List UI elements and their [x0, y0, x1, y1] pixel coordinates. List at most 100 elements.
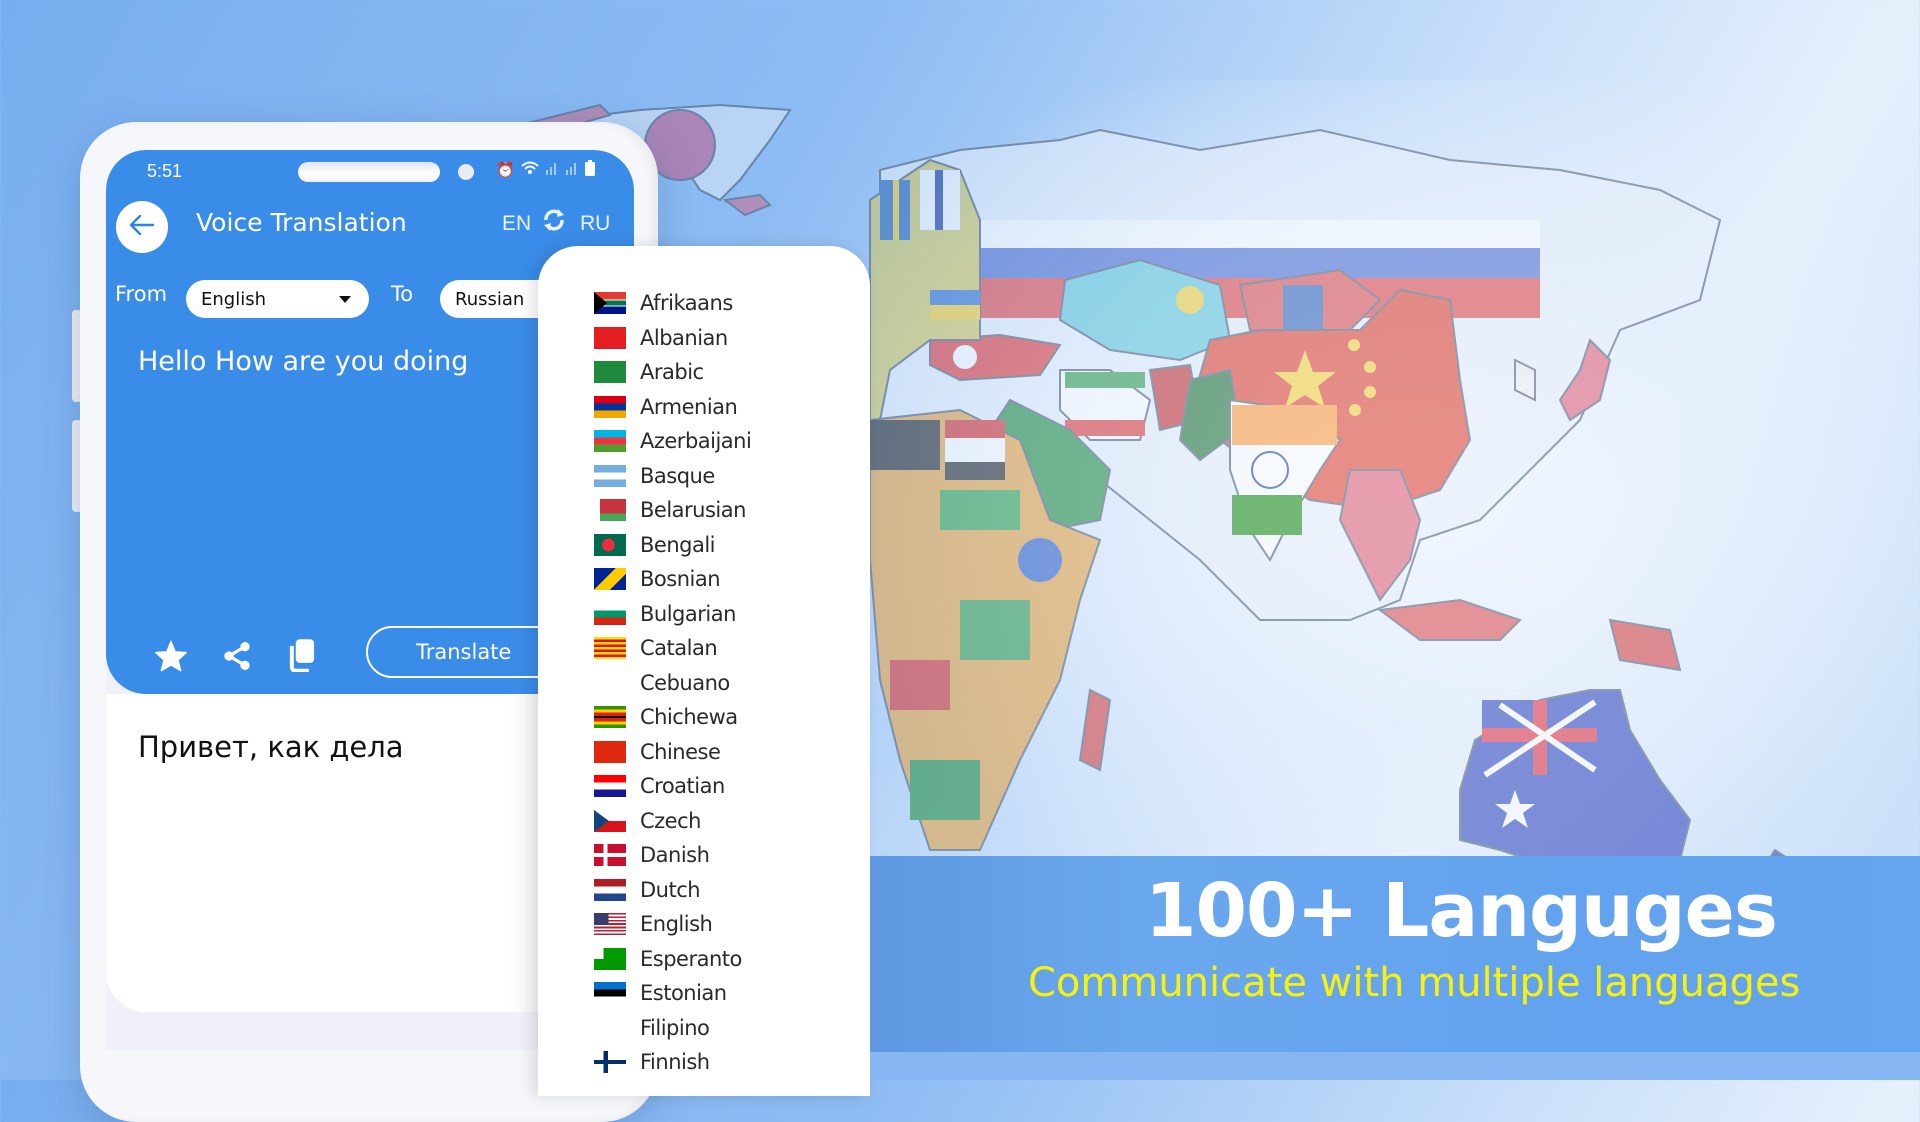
language-option-label: Armenian: [640, 394, 738, 419]
source-language-code[interactable]: EN: [502, 212, 531, 236]
libya-flag: [870, 420, 940, 470]
language-option[interactable]: Bengali: [594, 528, 751, 563]
language-option-label: Belarusian: [640, 498, 746, 523]
to-label: To: [391, 282, 414, 306]
china-flag-icon: [594, 740, 626, 763]
status-time: 5:51: [147, 161, 183, 181]
star-icon: [155, 640, 187, 672]
language-option-label: Bosnian: [640, 567, 721, 592]
app-title: Voice Translation: [196, 208, 407, 237]
language-option-label: Albanian: [640, 325, 728, 350]
china-star-small: [1364, 386, 1376, 398]
from-language-dropdown[interactable]: English: [186, 280, 369, 318]
language-option-label: Finnish: [640, 1050, 710, 1075]
signal-icon: [545, 161, 559, 179]
language-option[interactable]: Afrikaans: [594, 286, 751, 321]
png-shape: [1608, 618, 1682, 672]
banner-subtitle: Communicate with multiple languages: [1028, 960, 1801, 1006]
from-label: From: [115, 282, 168, 306]
language-option[interactable]: English: [594, 907, 751, 942]
russia-white: [980, 220, 1540, 248]
language-option[interactable]: Cebuano: [594, 666, 751, 701]
language-option[interactable]: Czech: [594, 804, 751, 839]
philippines-flag-icon: [594, 1016, 626, 1039]
usa-flag-icon: [594, 913, 626, 936]
signal-icon: [565, 161, 579, 179]
language-option[interactable]: Finnish: [594, 1045, 751, 1080]
language-option-label: Dutch: [640, 877, 701, 902]
language-option[interactable]: Bulgarian: [594, 597, 751, 632]
language-option[interactable]: Basque: [594, 459, 751, 494]
arrow-left-icon: [129, 210, 155, 244]
russia-blue: [980, 248, 1540, 278]
language-option[interactable]: Estonian: [594, 976, 751, 1011]
language-option-label: Esperanto: [640, 946, 742, 971]
indonesia-shape: [1377, 598, 1522, 641]
swap-languages-button[interactable]: [542, 208, 566, 239]
language-option[interactable]: Chichewa: [594, 700, 751, 735]
banner-title: 100+ Languges: [1145, 868, 1778, 954]
armenia-flag-icon: [594, 395, 626, 418]
albania-flag-icon: [594, 326, 626, 349]
language-option[interactable]: Arabic: [594, 355, 751, 390]
mongolia-blue: [1283, 285, 1323, 335]
language-option[interactable]: Croatian: [594, 769, 751, 804]
alarm-icon: ⏰: [496, 162, 515, 179]
language-option-label: Arabic: [640, 360, 704, 385]
finland-flag-icon: [594, 1051, 626, 1074]
target-language-code[interactable]: RU: [580, 212, 610, 236]
language-option[interactable]: Azerbaijani: [594, 424, 752, 459]
croatia-flag-icon: [594, 775, 626, 798]
south-africa-flag: [910, 760, 980, 820]
caret-down-icon: [339, 296, 351, 303]
china-star-small: [1349, 404, 1361, 416]
language-option[interactable]: Catalan: [594, 631, 751, 666]
battery-icon: [584, 160, 595, 180]
language-option-label: Cebuano: [640, 670, 730, 695]
czech-flag-icon: [594, 809, 626, 832]
sweden-cross: [893, 180, 899, 240]
language-list: Afrikaans Albanian Arabic Armenian Azerbaija…: [594, 286, 752, 1080]
speaker-notch: [298, 162, 440, 182]
copy-button[interactable]: [286, 638, 316, 677]
language-option-label: Chichewa: [640, 705, 738, 730]
iceland-shape: [722, 193, 772, 217]
language-option[interactable]: Filipino: [594, 1011, 751, 1046]
china-star-small: [1364, 361, 1376, 373]
kazakhstan-sun: [1176, 286, 1204, 314]
catalonia-flag-icon: [594, 637, 626, 660]
swap-arrows-icon: [542, 208, 566, 238]
source-text-input[interactable]: Hello How are you doing: [138, 346, 468, 377]
language-option[interactable]: Esperanto: [594, 942, 751, 977]
china-star-small: [1348, 339, 1360, 351]
language-option-label: Bulgarian: [640, 601, 736, 626]
angola-flag: [890, 660, 950, 710]
status-icons: ⏰: [496, 160, 595, 180]
language-option-label: Filipino: [640, 1015, 710, 1040]
bulgaria-flag-icon: [594, 602, 626, 625]
language-option[interactable]: Albanian: [594, 321, 751, 356]
share-button[interactable]: [221, 640, 253, 677]
zimbabwe-flag-icon: [594, 706, 626, 729]
philippines-flag-icon: [594, 671, 626, 694]
language-option[interactable]: Armenian: [594, 390, 751, 425]
language-option[interactable]: Chinese: [594, 735, 751, 770]
language-option[interactable]: Dutch: [594, 873, 751, 908]
turkey-shape: [929, 333, 1062, 382]
belarus-flag-icon: [594, 499, 626, 522]
language-option[interactable]: Danish: [594, 838, 751, 873]
india-saffron: [1232, 405, 1337, 445]
translated-text: Привет, как дела: [138, 730, 404, 764]
language-option[interactable]: Belarusian: [594, 493, 751, 528]
argentina-flag-icon: [594, 464, 626, 487]
favorite-button[interactable]: [154, 640, 188, 677]
language-option-label: Danish: [640, 843, 710, 868]
language-list-panel[interactable]: Afrikaans Albanian Arabic Armenian Azerbaija…: [538, 246, 870, 1096]
language-option[interactable]: Bosnian: [594, 562, 751, 597]
ethiopia-flag: [1018, 538, 1062, 582]
denmark-flag-icon: [594, 844, 626, 867]
wifi-icon: [521, 161, 539, 179]
madagascar-shape: [1078, 688, 1112, 772]
language-option-label: Catalan: [640, 636, 718, 661]
back-button[interactable]: [116, 201, 168, 253]
